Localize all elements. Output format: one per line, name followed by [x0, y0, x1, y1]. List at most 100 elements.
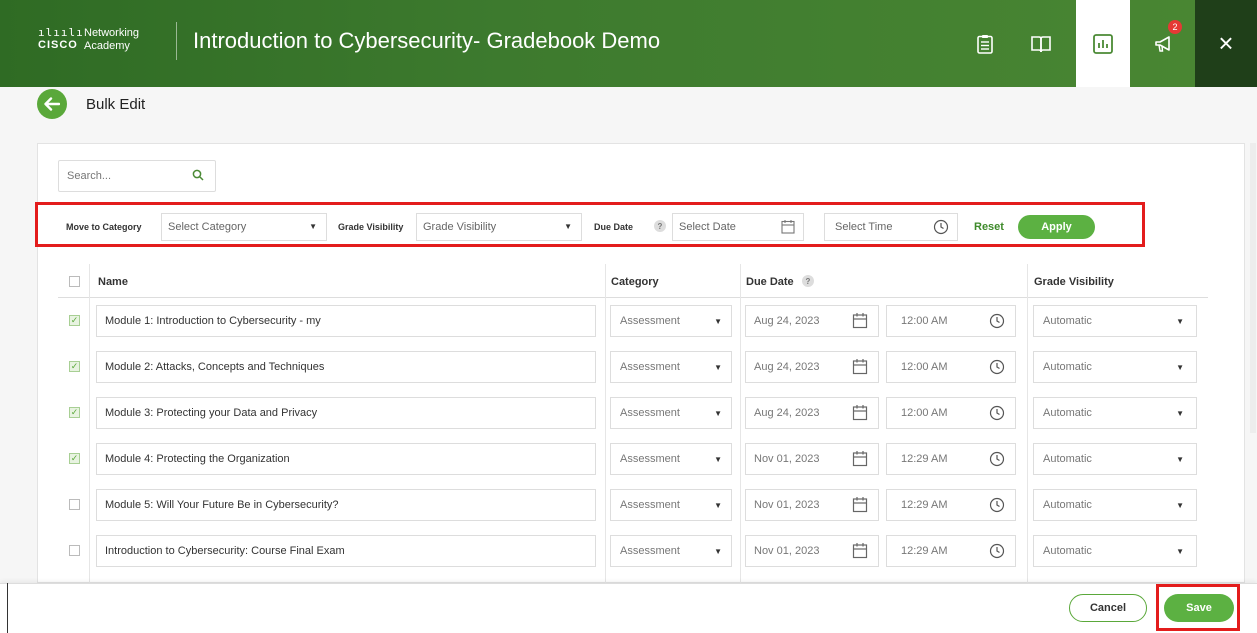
table-row: Module 5: Will Your Future Be in Cyberse…	[58, 482, 1208, 528]
due-time-field[interactable]: 12:00 AM	[886, 397, 1016, 429]
sub-header	[0, 87, 1257, 133]
save-button[interactable]: Save	[1164, 594, 1234, 622]
clock-icon	[989, 543, 1005, 559]
caret-down-icon: ▼	[1176, 455, 1184, 464]
row-checkbox[interactable]: ✓	[69, 407, 80, 418]
date-picker[interactable]: Select Date	[672, 213, 804, 241]
select-all-checkbox[interactable]	[69, 276, 80, 287]
clipboard-button[interactable]	[958, 0, 1012, 87]
due-date-field[interactable]: Nov 01, 2023	[745, 535, 879, 567]
item-name: Module 2: Attacks, Concepts and Techniqu…	[105, 361, 325, 373]
item-name-field[interactable]: Introduction to Cybersecurity: Course Fi…	[96, 535, 596, 567]
notification-badge: 2	[1168, 20, 1182, 34]
grade-visibility-dropdown[interactable]: Automatic ▼	[1033, 305, 1197, 337]
caret-down-icon: ▼	[714, 501, 722, 510]
due-date-value: Nov 01, 2023	[754, 545, 820, 557]
row-checkbox[interactable]: ✓	[69, 453, 80, 464]
due-time-value: 12:00 AM	[901, 315, 948, 327]
help-icon[interactable]: ?	[654, 220, 666, 232]
grade-visibility-dropdown[interactable]: Automatic ▼	[1033, 351, 1197, 383]
item-name: Module 1: Introduction to Cybersecurity …	[105, 315, 321, 327]
row-checkbox[interactable]	[69, 499, 80, 510]
column-header-grade-visibility[interactable]: Grade Visibility	[1034, 276, 1114, 288]
category-dropdown[interactable]: Assessment ▼	[610, 397, 732, 429]
category-dropdown[interactable]: Assessment ▼	[610, 535, 732, 567]
footer-left-edge	[0, 583, 8, 633]
calendar-icon	[852, 405, 868, 421]
scrollbar[interactable]	[1250, 143, 1256, 433]
due-date-field[interactable]: Nov 01, 2023	[745, 443, 879, 475]
close-button[interactable]: ×	[1195, 0, 1257, 87]
due-date-field[interactable]: Nov 01, 2023	[745, 489, 879, 521]
caret-down-icon: ▼	[714, 317, 722, 326]
checkmark-icon: ✓	[70, 315, 79, 325]
due-time-field[interactable]: 12:29 AM	[886, 443, 1016, 475]
grade-visibility-select[interactable]: Grade Visibility ▼	[416, 213, 582, 241]
book-button[interactable]	[1014, 0, 1068, 87]
category-dropdown[interactable]: Assessment ▼	[610, 443, 732, 475]
column-header-category[interactable]: Category	[611, 276, 659, 288]
close-icon: ×	[1218, 28, 1234, 58]
clock-icon	[989, 405, 1005, 421]
announcements-button[interactable]: 2	[1138, 0, 1192, 87]
category-dropdown[interactable]: Assessment ▼	[610, 489, 732, 521]
logo-line1: Networking	[84, 27, 140, 39]
due-date-label: Due Date	[594, 222, 634, 232]
due-time-field[interactable]: 12:29 AM	[886, 535, 1016, 567]
category-value: Assessment	[620, 545, 680, 557]
logo-line2: Academy	[84, 40, 130, 52]
table-row: ✓ Module 4: Protecting the Organization As…	[58, 436, 1208, 482]
due-date-value: Aug 24, 2023	[754, 407, 820, 419]
gradebook-button[interactable]	[1076, 0, 1130, 87]
caret-down-icon: ▼	[714, 409, 722, 418]
checkmark-icon: ✓	[70, 361, 79, 371]
back-button[interactable]	[37, 89, 67, 119]
apply-button[interactable]: Apply	[1018, 215, 1095, 239]
logo-brand: CISCO	[38, 39, 78, 51]
grade-visibility-dropdown[interactable]: Automatic ▼	[1033, 397, 1197, 429]
item-name-field[interactable]: Module 3: Protecting your Data and Priva…	[96, 397, 596, 429]
calendar-icon	[852, 451, 868, 467]
category-dropdown[interactable]: Assessment ▼	[610, 351, 732, 383]
grade-visibility-dropdown[interactable]: Automatic ▼	[1033, 535, 1197, 567]
checkmark-icon: ✓	[70, 453, 79, 463]
category-dropdown[interactable]: Assessment ▼	[610, 305, 732, 337]
header-divider	[176, 22, 177, 60]
due-time-field[interactable]: 12:00 AM	[886, 305, 1016, 337]
row-checkbox[interactable]: ✓	[69, 315, 80, 326]
help-icon[interactable]: ?	[802, 275, 814, 287]
clock-icon	[989, 451, 1005, 467]
item-name-field[interactable]: Module 2: Attacks, Concepts and Techniqu…	[96, 351, 596, 383]
item-name-field[interactable]: Module 5: Will Your Future Be in Cyberse…	[96, 489, 596, 521]
due-time-field[interactable]: 12:29 AM	[886, 489, 1016, 521]
due-date-field[interactable]: Aug 24, 2023	[745, 397, 879, 429]
column-header-name[interactable]: Name	[98, 276, 128, 288]
due-time-value: 12:29 AM	[901, 453, 948, 465]
due-time-field[interactable]: 12:00 AM	[886, 351, 1016, 383]
calendar-icon	[781, 220, 795, 234]
table-row: ✓ Module 3: Protecting your Data and Priv…	[58, 390, 1208, 436]
row-checkbox[interactable]	[69, 545, 80, 556]
item-name-field[interactable]: Module 4: Protecting the Organization	[96, 443, 596, 475]
category-select[interactable]: Select Category ▼	[161, 213, 327, 241]
calendar-icon	[852, 313, 868, 329]
cancel-button[interactable]: Cancel	[1069, 594, 1147, 622]
clock-icon	[933, 219, 949, 235]
search-input[interactable]	[67, 161, 177, 191]
due-date-field[interactable]: Aug 24, 2023	[745, 305, 879, 337]
due-date-field[interactable]: Aug 24, 2023	[745, 351, 879, 383]
reset-button[interactable]: Reset	[974, 221, 1004, 233]
caret-down-icon: ▼	[714, 455, 722, 464]
caret-down-icon: ▼	[1176, 363, 1184, 372]
grade-visibility-dropdown[interactable]: Automatic ▼	[1033, 443, 1197, 475]
column-header-due-date[interactable]: Due Date	[746, 276, 794, 288]
grade-visibility-select-value: Grade Visibility	[423, 221, 497, 233]
caret-down-icon: ▼	[714, 363, 722, 372]
item-name-field[interactable]: Module 1: Introduction to Cybersecurity …	[96, 305, 596, 337]
row-checkbox[interactable]: ✓	[69, 361, 80, 372]
cisco-networking-academy-logo[interactable]: ılıılı CISCO Networking Academy	[38, 26, 168, 56]
time-picker[interactable]: Select Time	[824, 213, 958, 241]
table-header: Name Category Due Date ? Grade Visibilit…	[58, 264, 1208, 298]
grade-visibility-dropdown[interactable]: Automatic ▼	[1033, 489, 1197, 521]
search-icon[interactable]	[192, 169, 204, 181]
